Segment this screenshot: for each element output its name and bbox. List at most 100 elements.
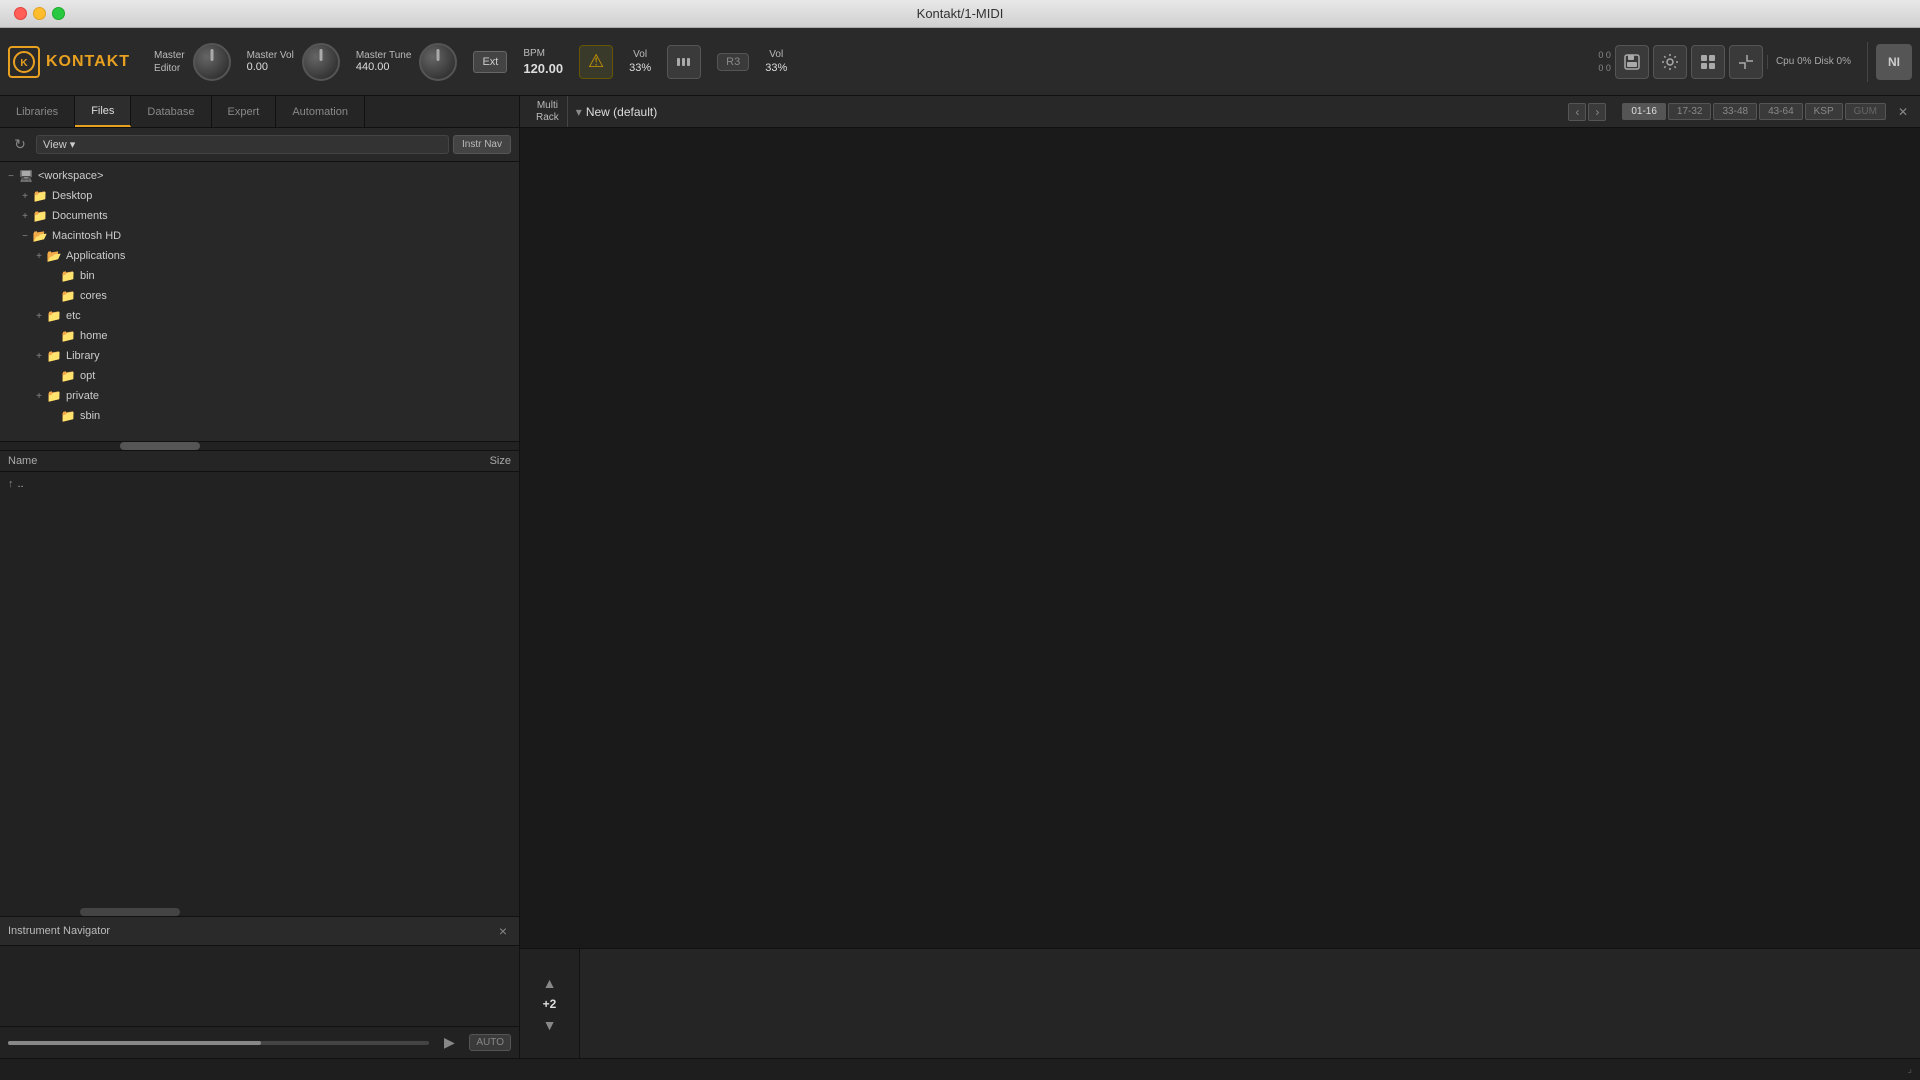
rack-tab-33-48[interactable]: 33-48	[1713, 103, 1757, 120]
file-tree[interactable]: − 🖥 <workspace> + 📁 Desktop + 📁 Document…	[0, 162, 519, 442]
rack-nav: ‹ ›	[1568, 103, 1606, 121]
tree-label-bin: bin	[80, 270, 95, 282]
minimize-button[interactable]	[33, 7, 46, 20]
rack-dropdown[interactable]: ▾ New (default)	[576, 105, 657, 119]
rack-dropdown-arrow[interactable]: ▾	[576, 105, 582, 119]
tree-item-cores[interactable]: 📁 cores	[0, 286, 519, 306]
maximize-button[interactable]	[52, 7, 65, 20]
folder-icon-etc: 📁	[46, 308, 62, 324]
tree-toggle-desktop[interactable]: +	[18, 189, 32, 203]
keyboard-down-button[interactable]: ▼	[540, 1015, 560, 1035]
rack-tab-gum[interactable]: GUM	[1845, 103, 1886, 120]
rack-tab-01-16[interactable]: 01-16	[1622, 103, 1666, 120]
tree-item-macintosh-hd[interactable]: − 📂 Macintosh HD	[0, 226, 519, 246]
rack-tab-43-64[interactable]: 43-64	[1759, 103, 1803, 120]
content-area: Libraries Files Database Expert Automati…	[0, 96, 1920, 1058]
keyboard-section: ▲ +2 ▼	[520, 948, 1920, 1058]
settings-button[interactable]	[1653, 45, 1687, 79]
header-bar: K KONTAKT Master Editor Master Vol 0.00	[0, 28, 1920, 96]
tree-toggle-applications[interactable]: +	[32, 249, 46, 263]
vol1-value: 33%	[629, 62, 651, 74]
tree-item-desktop[interactable]: + 📁 Desktop	[0, 186, 519, 206]
tab-libraries[interactable]: Libraries	[0, 96, 75, 127]
play-button[interactable]: ▶	[437, 1031, 461, 1055]
vol2-control: Vol 33%	[765, 49, 787, 74]
tree-hscrollbar-thumb[interactable]	[120, 442, 200, 450]
rack-tab-ksp[interactable]: KSP	[1805, 103, 1843, 120]
rack-nav-next[interactable]: ›	[1588, 103, 1606, 121]
alert-button[interactable]: ⚠	[579, 45, 613, 79]
inav-close-button[interactable]: ×	[495, 923, 511, 939]
keyboard-up-button[interactable]: ▲	[540, 973, 560, 993]
tree-toggle-etc[interactable]: +	[32, 309, 46, 323]
master-section: Master Editor Master Vol 0.00 Master Tun…	[146, 28, 1594, 95]
instr-nav-button[interactable]: Instr Nav	[453, 135, 511, 154]
folder-icon-cores: 📁	[60, 288, 76, 304]
bpm-value: 120.00	[523, 61, 563, 76]
tree-toggle-workspace[interactable]: −	[4, 169, 18, 183]
transport-slider[interactable]	[8, 1041, 429, 1045]
tree-item-sbin[interactable]: 📁 sbin	[0, 406, 519, 426]
tree-hscrollbar[interactable]	[0, 442, 519, 450]
tree-toggle-macintosh-hd[interactable]: −	[18, 229, 32, 243]
tree-toggle-cores	[46, 289, 60, 303]
tab-bar: Libraries Files Database Expert Automati…	[0, 96, 519, 128]
refresh-button[interactable]: ↻	[8, 133, 32, 157]
tree-label-applications: Applications	[66, 250, 125, 262]
tree-item-library[interactable]: + 📁 Library	[0, 346, 519, 366]
tree-toggle-private[interactable]: +	[32, 389, 46, 403]
close-button[interactable]	[14, 7, 27, 20]
view-select[interactable]: View ▾	[36, 135, 449, 154]
folder-icon-home: 📁	[60, 328, 76, 344]
master-vol-value: 0.00	[247, 61, 268, 73]
file-list-hscrollbar-thumb[interactable]	[80, 908, 180, 916]
file-list-hscrollbar[interactable]	[0, 908, 519, 916]
auto-button[interactable]: AUTO	[469, 1034, 511, 1051]
right-panel: Multi Rack ▾ New (default) ‹ › 01-16 17-…	[520, 96, 1920, 1058]
file-row-up[interactable]: ↑ ..	[8, 476, 511, 492]
tab-automation[interactable]: Automation	[276, 96, 365, 127]
rack-tab-17-32[interactable]: 17-32	[1668, 103, 1712, 120]
tree-item-opt[interactable]: 📁 opt	[0, 366, 519, 386]
tab-database[interactable]: Database	[131, 96, 211, 127]
rack-tabs: 01-16 17-32 33-48 43-64 KSP GUM	[1622, 103, 1886, 120]
grid-button[interactable]	[1691, 45, 1725, 79]
title-bar: Kontakt/1-MIDI	[0, 0, 1920, 28]
master-vol-knob[interactable]	[302, 43, 340, 81]
tree-toggle-sbin	[46, 409, 60, 423]
file-list[interactable]: ↑ ..	[0, 472, 519, 908]
master-tune-value: 440.00	[356, 61, 390, 73]
master-editor-knob[interactable]	[193, 43, 231, 81]
tab-files[interactable]: Files	[75, 96, 131, 127]
rack-nav-prev[interactable]: ‹	[1568, 103, 1586, 121]
ext-button[interactable]: Ext	[473, 51, 507, 73]
logo-area: K KONTAKT	[8, 46, 142, 78]
tree-toggle-library[interactable]: +	[32, 349, 46, 363]
tree-item-applications[interactable]: + 📂 Applications	[0, 246, 519, 266]
tree-item-bin[interactable]: 📁 bin	[0, 266, 519, 286]
vol2-label: Vol	[769, 49, 783, 60]
inav-content	[0, 946, 519, 1026]
r3-button[interactable]: R3	[717, 53, 749, 71]
tree-toggle-documents[interactable]: +	[18, 209, 32, 223]
tree-item-home[interactable]: 📁 home	[0, 326, 519, 346]
master-tune-knob[interactable]	[419, 43, 457, 81]
vol1-label: Vol	[633, 49, 647, 60]
tree-item-etc[interactable]: + 📁 etc	[0, 306, 519, 326]
resize-button[interactable]	[1729, 45, 1763, 79]
save-button[interactable]	[1615, 45, 1649, 79]
tree-item-workspace[interactable]: − 🖥 <workspace>	[0, 166, 519, 186]
rack-close-button[interactable]: ✕	[1894, 103, 1912, 121]
master-editor-control: Master Editor	[154, 43, 231, 81]
piano-keyboard-svg[interactable]	[580, 949, 1920, 1058]
tree-item-private[interactable]: + 📁 private	[0, 386, 519, 406]
folder-icon-bin: 📁	[60, 268, 76, 284]
status-corner: ⌟	[1907, 1064, 1912, 1075]
status-bar: ⌟	[0, 1058, 1920, 1080]
tab-expert[interactable]: Expert	[212, 96, 277, 127]
midi-button[interactable]	[667, 45, 701, 79]
transport-progress	[8, 1041, 261, 1045]
master-tune-control: Master Tune 440.00	[356, 43, 458, 81]
inav-header: Instrument Navigator ×	[0, 917, 519, 946]
tree-item-documents[interactable]: + 📁 Documents	[0, 206, 519, 226]
